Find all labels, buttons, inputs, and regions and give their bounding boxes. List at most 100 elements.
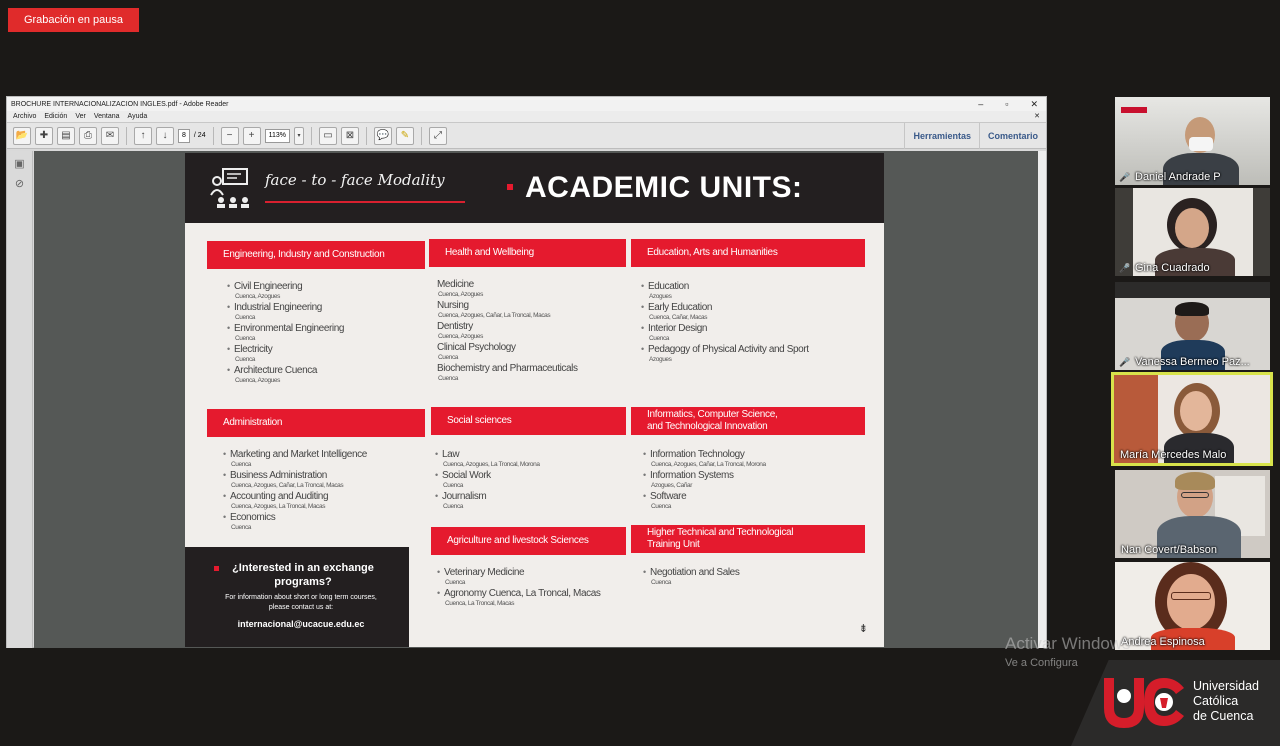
zoom-out-icon[interactable]: − bbox=[220, 126, 239, 145]
zoom-dropdown-icon[interactable]: ▾ bbox=[293, 126, 304, 145]
reader-toolbar: 📂 ✚ ▤ ⎙ ✉ ↑ ↓ 8 / 24 − + 113% ▾ ▭ ⊠ 💬 ✎ … bbox=[7, 123, 1046, 149]
unit-list-education: EducationAzogues Early EducationCuenca, … bbox=[641, 281, 861, 365]
unit-header-line: Higher Technical and Technological bbox=[647, 527, 794, 538]
tools-tab[interactable]: Herramientas bbox=[904, 123, 979, 149]
participant-tile[interactable]: 🎤 Daniel Andrade P bbox=[1115, 97, 1270, 185]
unit-list-health: Medicine Cuenca, Azogues Nursing Cuenca, A… bbox=[437, 279, 627, 384]
participant-tile-active-speaker[interactable]: María Mercedes Malo bbox=[1111, 372, 1273, 466]
unit-header-higher-technical: Higher Technical and Technological Train… bbox=[631, 525, 865, 553]
face-mask bbox=[1189, 137, 1213, 151]
pages-panel-icon[interactable]: ▣ bbox=[13, 157, 27, 171]
participant-tile[interactable]: 🎤 Vanessa Bermeo Paz... bbox=[1115, 282, 1270, 370]
list-item: JournalismCuenca bbox=[435, 491, 625, 511]
close-button[interactable]: ✕ bbox=[1030, 97, 1038, 111]
page-number-input[interactable]: 8 bbox=[178, 128, 190, 143]
unit-header-education: Education, Arts and Humanities bbox=[631, 239, 865, 267]
exchange-title: ¿Interested in an exchange programs? bbox=[232, 562, 374, 588]
list-item: Medicine Cuenca, Azogues bbox=[437, 279, 483, 298]
list-item: Accounting and AuditingCuenca, Azogues, … bbox=[223, 491, 423, 511]
university-name: Universidad Católica de Cuenca bbox=[1193, 679, 1259, 724]
unit-list-administration: Marketing and Market IntelligenceCuenca … bbox=[223, 449, 423, 533]
menu-archivo[interactable]: Archivo bbox=[13, 113, 36, 120]
vertical-scrollbar[interactable] bbox=[1038, 151, 1046, 648]
page-total: / 24 bbox=[193, 132, 206, 139]
maximize-button[interactable]: ▫ bbox=[1005, 97, 1008, 111]
recording-paused-badge: Grabación en pausa bbox=[8, 8, 139, 32]
unit-header-informatics: Informatics, Computer Science, and Techn… bbox=[631, 407, 865, 435]
unit-header-line: Training Unit bbox=[647, 539, 700, 550]
document-close-button[interactable]: ✕ bbox=[1034, 111, 1040, 123]
next-page-icon[interactable]: ↓ bbox=[156, 126, 174, 145]
list-item: Pedagogy of Physical Activity and SportA… bbox=[641, 344, 861, 364]
unit-header-administration: Administration bbox=[207, 409, 425, 437]
list-item: Veterinary MedicineCuenca bbox=[437, 567, 627, 587]
unit-list-social-sciences: LawCuenca, Azogues, La Troncal, Morona S… bbox=[435, 449, 625, 512]
participant-tile[interactable]: 🎤 Gina Cuadrado bbox=[1115, 188, 1270, 276]
participant-name: María Mercedes Malo bbox=[1120, 449, 1227, 461]
glasses bbox=[1171, 592, 1211, 600]
create-pdf-icon[interactable]: ✚ bbox=[35, 126, 53, 145]
list-item: Information SystemsAzogues, Cañar bbox=[643, 470, 863, 490]
comment-tab[interactable]: Comentario bbox=[978, 123, 1046, 149]
pdf-reader-window: BROCHURE INTERNACIONALIZACION INGLES.pdf… bbox=[6, 96, 1047, 648]
unit-header-social-sciences: Social sciences bbox=[431, 407, 626, 435]
attachment-icon[interactable]: ⊘ bbox=[13, 177, 27, 191]
minimize-button[interactable]: – bbox=[978, 97, 983, 111]
previous-page-icon[interactable]: ↑ bbox=[134, 126, 152, 145]
pdf-page: face - to - face Modality ACADEMIC UNITS… bbox=[185, 153, 884, 647]
classroom-icon bbox=[210, 168, 249, 208]
logo-banner bbox=[1121, 107, 1147, 113]
zoom-input[interactable]: 113% bbox=[264, 128, 290, 143]
list-item: Nursing Cuenca, Azogues, Cañar, La Tronca… bbox=[437, 300, 551, 319]
save-icon[interactable]: ▤ bbox=[57, 126, 75, 145]
participant-name: Vanessa Bermeo Paz... bbox=[1135, 356, 1250, 368]
list-item: Information TechnologyCuenca, Azogues, C… bbox=[643, 449, 863, 469]
email-icon[interactable]: ✉ bbox=[101, 126, 119, 145]
menu-edicion[interactable]: Edición bbox=[44, 113, 67, 120]
participant-name: Daniel Andrade P bbox=[1135, 171, 1221, 183]
list-item: Negotiation and SalesCuenca bbox=[643, 567, 863, 587]
unit-header-health: Health and Wellbeing bbox=[429, 239, 626, 267]
logo-line: Universidad bbox=[1193, 679, 1260, 693]
page-footer-icon: ⇟ bbox=[858, 623, 868, 635]
comment-icon[interactable]: 💬 bbox=[373, 126, 392, 145]
exchange-email-link[interactable]: internacional@ucacue.edu.ec bbox=[221, 619, 381, 629]
fullscreen-icon[interactable]: ⤢ bbox=[428, 126, 447, 145]
list-item: EconomicsCuenca bbox=[223, 512, 423, 532]
participant-name: Andrea Espinosa bbox=[1121, 636, 1205, 648]
fit-page-icon[interactable]: ▭ bbox=[318, 126, 337, 145]
activate-windows-hint: Ve a Configura bbox=[1005, 657, 1078, 669]
exchange-info: For information about short or long term… bbox=[225, 594, 377, 611]
participant-tile[interactable]: Nan Covert/Babson bbox=[1115, 470, 1270, 558]
list-item: EducationAzogues bbox=[641, 281, 861, 301]
unit-header-line: and Technological Innovation bbox=[647, 421, 768, 432]
unit-header-agriculture: Agriculture and livestock Sciences bbox=[431, 527, 626, 555]
menu-ayuda[interactable]: Ayuda bbox=[128, 113, 148, 120]
list-item: Business AdministrationCuenca, Azogues, … bbox=[223, 470, 423, 490]
list-item: Agronomy Cuenca, La Troncal, MacasCuenca… bbox=[437, 588, 627, 608]
modality-underline bbox=[265, 201, 465, 203]
exchange-info-box: ¿Interested in an exchange programs? For… bbox=[185, 547, 409, 647]
open-icon[interactable]: 📂 bbox=[13, 126, 31, 145]
list-item: LawCuenca, Azogues, La Troncal, Morona bbox=[435, 449, 625, 469]
university-logo-icon bbox=[1104, 678, 1184, 728]
logo-line: Católica bbox=[1193, 694, 1239, 708]
participant-name: Nan Covert/Babson bbox=[1121, 544, 1217, 556]
list-item: Early EducationCuenca, Cañar, Macas bbox=[641, 302, 861, 322]
fit-width-icon[interactable]: ⊠ bbox=[340, 126, 359, 145]
print-icon[interactable]: ⎙ bbox=[79, 126, 97, 145]
highlight-icon[interactable]: ✎ bbox=[395, 126, 414, 145]
menu-ver[interactable]: Ver bbox=[75, 113, 86, 120]
exchange-bullet bbox=[214, 566, 219, 571]
modality-heading: face - to - face Modality bbox=[265, 171, 445, 189]
window-titlebar: BROCHURE INTERNACIONALIZACION INGLES.pdf… bbox=[7, 97, 1046, 111]
list-item: Interior DesignCuenca bbox=[641, 323, 861, 343]
unit-list-informatics: Information TechnologyCuenca, Azogues, C… bbox=[643, 449, 863, 512]
zoom-in-icon[interactable]: + bbox=[242, 126, 261, 145]
list-item: Clinical Psychology Cuenca bbox=[437, 342, 516, 361]
participant-tile[interactable]: Andrea Espinosa bbox=[1115, 562, 1270, 650]
unit-header-engineering: Engineering, Industry and Construction bbox=[207, 241, 425, 269]
menu-ventana[interactable]: Ventana bbox=[94, 113, 120, 120]
unit-header-line: Informatics, Computer Science, bbox=[647, 409, 778, 420]
list-item: Dentistry Cuenca, Azogues bbox=[437, 321, 483, 340]
